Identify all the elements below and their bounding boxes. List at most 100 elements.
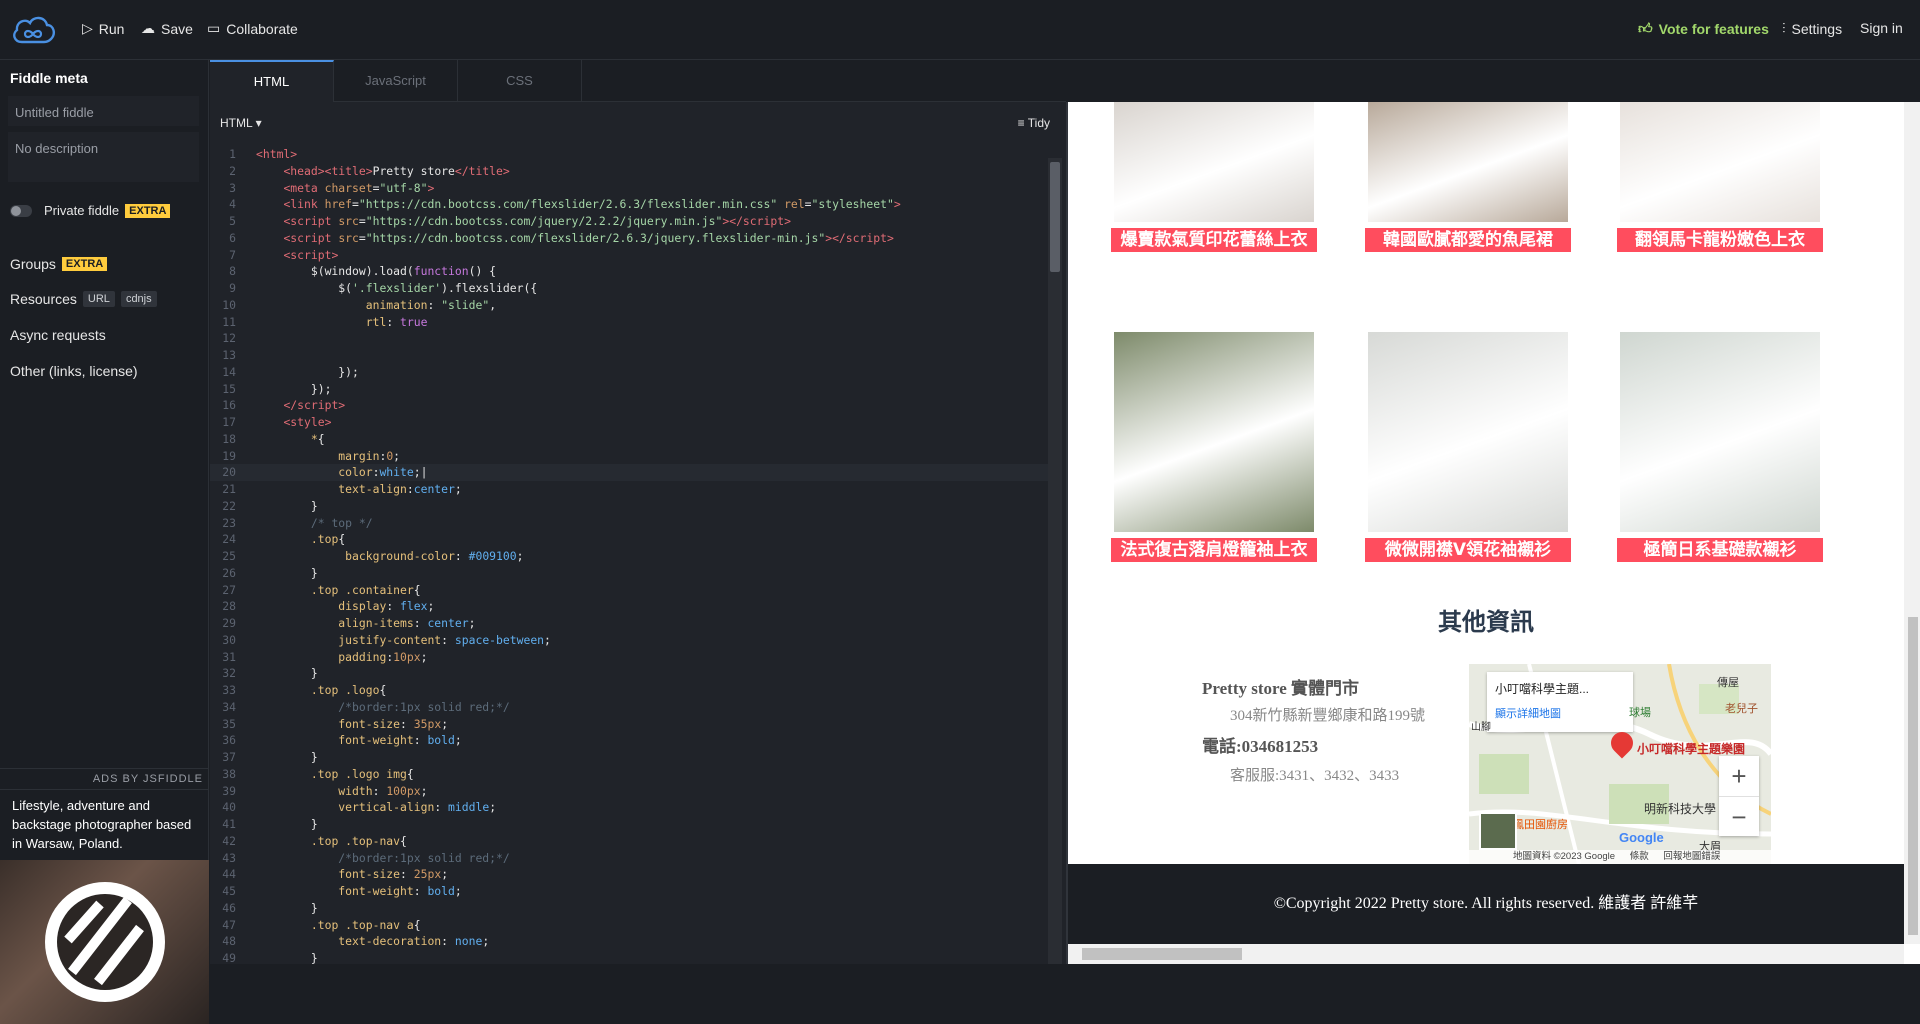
google-map-embed[interactable]: 小叮噹科學主題... 顯示詳細地圖 小叮噹科學主題樂園 傳屋 老兒子 球場 明新… — [1469, 664, 1771, 864]
map-terms-link[interactable]: 條款 — [1630, 851, 1649, 862]
code-line: 4 <link href="https://cdn.bootcss.com/fl… — [229, 197, 901, 212]
code-line: 8 $(window).load(function() { — [229, 264, 497, 279]
code-line: 23 /* top */ — [222, 515, 373, 530]
code-line: 19 margin:0; — [222, 448, 401, 463]
groups-label: Groups — [10, 256, 56, 272]
code-editor[interactable]: 1 <html> 2 <head><title>Pretty store</tit… — [210, 146, 1050, 964]
map-pin-label: 小叮噹科學主題樂園 — [1637, 742, 1746, 756]
code-line: 13 — [222, 348, 236, 362]
code-line: 14 }); — [222, 364, 359, 379]
code-line: 38 .top .logo img{ — [222, 766, 414, 781]
product-card[interactable]: 爆賣款氣質印花蕾絲上衣 — [1111, 102, 1317, 252]
groups-extra-badge: EXTRA — [61, 257, 108, 271]
code-line: 35 font-size: 35px; — [222, 716, 449, 731]
map-label: 山腳 — [1471, 722, 1491, 733]
code-line: 42 .top .top-nav{ — [222, 833, 407, 848]
collaborate-label: Collaborate — [226, 20, 298, 37]
map-report-link[interactable]: 回報地圖錯誤 — [1663, 851, 1720, 862]
product-image — [1368, 332, 1568, 532]
product-image — [1620, 102, 1820, 222]
save-button[interactable]: ☁ Save — [141, 20, 193, 37]
editor-scrollbar[interactable] — [1048, 158, 1062, 964]
product-card[interactable]: 法式復古落肩燈籠袖上衣 — [1111, 332, 1317, 562]
product-card[interactable]: 韓國歐膩都愛的魚尾裙 — [1365, 102, 1571, 252]
product-label: 微微開襟V領花袖襯衫 — [1365, 538, 1571, 562]
tab-javascript[interactable]: JavaScript — [334, 60, 458, 102]
sidebar-item-resources[interactable]: Resources URL cdnjs — [10, 291, 157, 307]
ad-text[interactable]: Lifestyle, adventure and backstage photo… — [12, 796, 202, 853]
cdnjs-chip[interactable]: cdnjs — [120, 291, 157, 307]
editor-scrollbar-thumb[interactable] — [1050, 162, 1060, 272]
thumbs-up-icon: 👍︎ — [1638, 20, 1653, 36]
code-line: 9 $('.flexslider').flexslider({ — [229, 281, 538, 295]
product-label: 爆賣款氣質印花蕾絲上衣 — [1111, 228, 1317, 252]
fiddle-description-input[interactable]: No description — [8, 132, 199, 182]
top-bar: ▷ Run ☁ Save ▭ Collaborate 👍︎ Vote for featu… — [0, 0, 1920, 60]
code-line: 26 } — [222, 565, 318, 580]
tab-html[interactable]: HTML — [210, 60, 334, 102]
settings-label: Settings — [1791, 20, 1843, 37]
product-card[interactable]: 翻領馬卡龍粉嫩色上衣 — [1617, 102, 1823, 252]
jsfiddle-logo-icon[interactable] — [10, 12, 56, 48]
product-label: 翻領馬卡龍粉嫩色上衣 — [1617, 228, 1823, 252]
tab-css[interactable]: CSS — [458, 60, 582, 102]
map-attribution-bar: 地圖資料 ©2023 Google 條款 回報地圖錯誤 — [1469, 850, 1771, 864]
cloud-upload-icon: ☁ — [141, 20, 155, 36]
code-line: 32 } — [222, 666, 318, 681]
code-line-current: 20 color:white;| — [210, 464, 1050, 481]
product-label: 韓國歐膩都愛的魚尾裙 — [1365, 228, 1571, 252]
ad-image[interactable] — [0, 860, 209, 1024]
code-line: 1 <html> — [229, 147, 298, 161]
tidy-button[interactable]: ≡ Tidy — [1018, 116, 1050, 130]
page-footer: ©Copyright 2022 Pretty store. All rights… — [1068, 864, 1904, 944]
run-button[interactable]: ▷ Run — [82, 20, 124, 37]
sidebar-item-async[interactable]: Async requests — [10, 327, 106, 343]
editor-tabs: HTML JavaScript CSS — [210, 60, 1066, 102]
private-fiddle-row[interactable]: Private fiddle EXTRA — [10, 203, 171, 218]
code-line: 17 <style> — [222, 415, 332, 429]
language-select[interactable]: HTML ▾ — [220, 116, 262, 130]
code-line: 22 } — [222, 498, 318, 513]
sign-in-button[interactable]: Sign in — [1860, 20, 1903, 36]
code-line: 10 animation: "slide", — [222, 297, 497, 312]
vote-label: Vote for features — [1658, 20, 1769, 37]
fiddle-name-input[interactable]: Untitled fiddle — [8, 96, 199, 126]
settings-button[interactable]: ⫶ Settings — [1782, 20, 1842, 37]
collaborate-button[interactable]: ▭ Collaborate — [207, 20, 298, 37]
code-line: 31 padding:10px; — [222, 649, 428, 664]
sidebar-item-groups[interactable]: Groups EXTRA — [10, 256, 108, 272]
result-vertical-scrollbar[interactable] — [1904, 102, 1920, 944]
product-card[interactable]: 極簡日系基礎款襯衫 — [1617, 332, 1823, 562]
sidebar-item-other[interactable]: Other (links, license) — [10, 363, 138, 379]
code-line: 27 .top .container{ — [222, 582, 421, 597]
code-line: 24 .top{ — [222, 532, 346, 547]
product-card[interactable]: 微微開襟V領花袖襯衫 — [1365, 332, 1571, 562]
code-line: 45 font-weight: bold; — [222, 884, 462, 898]
save-label: Save — [161, 20, 193, 37]
code-line: 3 <meta charset="utf-8"> — [229, 180, 435, 195]
code-line: 5 <script src="https://cdn.bootcss.com/j… — [229, 214, 791, 228]
code-line: 47 .top .top-nav a{ — [222, 917, 421, 932]
map-satellite-toggle[interactable] — [1479, 812, 1517, 850]
customer-service: 客服服:3431、3432、3433 — [1230, 768, 1400, 784]
result-horizontal-scrollbar[interactable] — [1068, 944, 1904, 964]
map-info-card: 小叮噹科學主題... 顯示詳細地圖 — [1487, 672, 1633, 732]
code-line: 48 text-decoration: none; — [222, 934, 490, 949]
code-line: 18 *{ — [222, 431, 325, 446]
private-toggle[interactable] — [10, 204, 32, 217]
code-line: 16 </script> — [222, 398, 346, 413]
product-image — [1620, 332, 1820, 532]
zoom-out-button[interactable]: − — [1719, 796, 1759, 836]
vote-features-button[interactable]: 👍︎ Vote for features — [1638, 20, 1769, 37]
code-line: 49 } — [222, 951, 318, 964]
tidy-label: Tidy — [1027, 116, 1050, 130]
url-chip[interactable]: URL — [82, 291, 115, 307]
zoom-in-button[interactable]: + — [1719, 756, 1759, 796]
code-line: 30 justify-content: space-between; — [222, 632, 551, 647]
result-hscroll-thumb[interactable] — [1082, 948, 1242, 960]
result-scrollbar-thumb[interactable] — [1908, 617, 1918, 935]
store-address: 304新竹縣新豐鄉康和路199號 — [1230, 708, 1426, 724]
map-detail-link[interactable]: 顯示詳細地圖 — [1495, 705, 1625, 721]
caret-down-icon: ▾ — [255, 116, 262, 130]
map-zoom-controls: + − — [1719, 756, 1759, 836]
